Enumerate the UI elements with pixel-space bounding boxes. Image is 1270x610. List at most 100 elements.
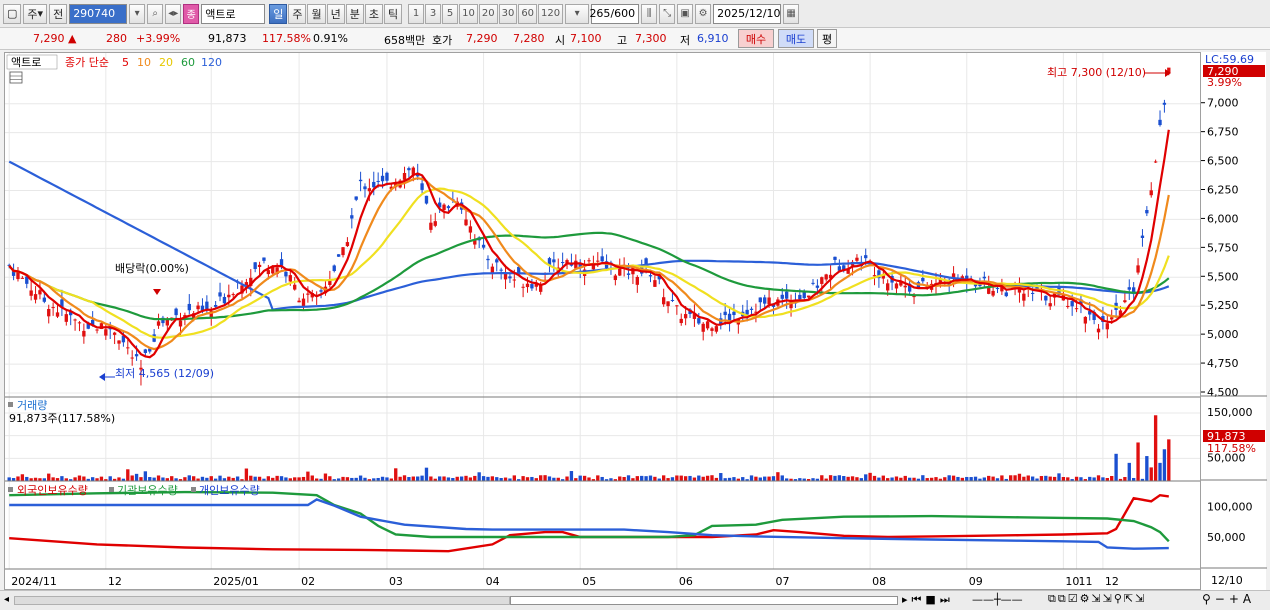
- volume-bar: [297, 477, 301, 481]
- candle-body: [749, 308, 754, 310]
- price-tick-4: 6,000: [1207, 212, 1239, 225]
- search-icon[interactable]: ⌕: [147, 3, 164, 24]
- interval-dropdown-icon[interactable]: ▾: [565, 3, 590, 24]
- candle-body: [51, 307, 55, 309]
- volume-bar: [328, 476, 332, 481]
- period-tab-3[interactable]: 년: [326, 3, 345, 24]
- x-axis-label-5: 04: [486, 575, 500, 588]
- price-tick-10: 4,500: [1207, 386, 1239, 399]
- save-icon[interactable]: ▣: [677, 3, 694, 24]
- candle-body: [903, 285, 907, 288]
- x-axis-right-label: 12/10: [1211, 574, 1243, 587]
- last-volume-pct: 117.58%: [1207, 442, 1256, 455]
- interval-button-4[interactable]: 20: [478, 3, 498, 24]
- volume-bar: [688, 475, 692, 481]
- period-tab-4[interactable]: 분: [345, 3, 364, 24]
- volume-bar: [1167, 439, 1171, 481]
- table-icon[interactable]: [9, 71, 23, 84]
- period-tab-6[interactable]: 틱: [383, 3, 403, 24]
- market-select[interactable]: 주 ▾: [23, 3, 48, 24]
- volume-bar: [99, 476, 104, 481]
- institution-holding-line: [9, 490, 1170, 543]
- interval-button-2[interactable]: 5: [442, 3, 459, 24]
- volume-bar: [152, 477, 156, 481]
- volume-bar: [741, 477, 745, 481]
- period-tab-5[interactable]: 초: [364, 3, 383, 24]
- interval-button-0[interactable]: 1: [408, 3, 425, 24]
- ask-price: 7,290: [466, 32, 498, 45]
- interval-button-6[interactable]: 60: [518, 3, 538, 24]
- volume-bar: [675, 475, 679, 481]
- chart-area[interactable]: 액트로 종가 단순 5 10 20 60 120 최고 7,300 (12/10…: [4, 52, 1266, 590]
- draw-tool-icon[interactable]: ⤡: [659, 3, 676, 24]
- candle-body: [679, 318, 683, 324]
- period-tab-1[interactable]: 주: [288, 3, 307, 24]
- tool-icons[interactable]: ⧉⧉☑⚙⇲⇲⚲⇱⇲: [1048, 592, 1146, 606]
- candle-body: [784, 291, 789, 299]
- candle-body: [1096, 328, 1101, 333]
- stock-name-field[interactable]: 액트로: [201, 3, 266, 24]
- candle-body: [468, 226, 473, 233]
- volume-bar: [692, 477, 697, 481]
- period-tab-2[interactable]: 월: [307, 3, 326, 24]
- date-input[interactable]: 2025/12/10: [713, 3, 782, 24]
- volume-bar: [7, 477, 11, 481]
- volume-bar: [148, 477, 152, 481]
- candle-body: [701, 323, 705, 332]
- chart-scrollbar[interactable]: ◂ ▸⏮■⏭ ——┼—— ⧉⧉☑⚙⇲⇲⚲⇱⇲ ⚲−+A: [0, 590, 1270, 610]
- volume-bar: [1017, 473, 1022, 481]
- volume-bar: [1153, 415, 1158, 481]
- prev-button[interactable]: 전: [49, 3, 68, 24]
- volume-bar: [1092, 477, 1096, 481]
- volume-bar: [732, 477, 736, 481]
- interval-button-3[interactable]: 10: [459, 3, 478, 24]
- change-arrow: ▲: [68, 32, 77, 45]
- volume-bar: [622, 476, 626, 481]
- candle-body: [345, 242, 350, 247]
- interval-button-5[interactable]: 30: [498, 3, 518, 24]
- data-count-input[interactable]: 265/600: [589, 3, 640, 24]
- candle-body: [1074, 308, 1079, 310]
- buy-button[interactable]: 매수: [738, 29, 774, 48]
- chart-canvas[interactable]: 액트로 종가 단순 5 10 20 60 120 최고 7,300 (12/10…: [5, 53, 1201, 589]
- volume-bar: [640, 475, 644, 481]
- candle-body: [1066, 305, 1070, 307]
- stock-code-input[interactable]: 290740: [69, 3, 128, 24]
- dividend-annotation: 배당락(0.00%): [115, 262, 189, 275]
- holding-tick-1: 50,000: [1207, 531, 1246, 544]
- code-dropdown-icon[interactable]: ▾: [129, 3, 146, 24]
- volume-bar: [1162, 449, 1167, 481]
- sell-button[interactable]: 매도: [778, 29, 814, 48]
- playback-controls-icon[interactable]: ▸⏮■⏭: [902, 593, 954, 607]
- volume-bar: [20, 474, 25, 481]
- price-axis[interactable]: LC:59.69 7,290 3.99% 7,000 6,750 6,500 6,25…: [1200, 52, 1267, 590]
- x-axis-label-0: 2024/11: [11, 575, 57, 588]
- avg-button[interactable]: 평: [817, 29, 837, 48]
- candle-body: [1149, 190, 1153, 196]
- chart-type-icon[interactable]: ⫼: [641, 3, 658, 24]
- gear-icon[interactable]: ⚙: [695, 3, 712, 24]
- zoom-slider-icon[interactable]: ——┼——: [972, 593, 1023, 606]
- scroll-thumb[interactable]: [510, 596, 898, 605]
- volume-bar: [402, 475, 407, 481]
- volume-bar: [864, 474, 868, 481]
- scroll-track[interactable]: [14, 596, 510, 605]
- scroll-left-icon[interactable]: ◂: [4, 594, 9, 605]
- period-tab-0[interactable]: 일: [269, 3, 288, 24]
- volume-bar: [161, 477, 165, 481]
- speaker-icon[interactable]: ◂▸: [165, 3, 182, 24]
- candle-body: [1022, 293, 1026, 301]
- candle-body: [222, 296, 227, 304]
- volume-bar: [1009, 475, 1013, 481]
- interval-button-1[interactable]: 3: [425, 3, 442, 24]
- price-tick-3: 6,250: [1207, 184, 1239, 197]
- volume-bar: [820, 475, 824, 481]
- candle-body: [358, 179, 363, 182]
- candle-body: [47, 309, 51, 317]
- calendar-icon[interactable]: ▦: [783, 3, 800, 24]
- candle-body: [187, 303, 191, 311]
- window-icon[interactable]: ▢: [3, 3, 22, 24]
- zoom-icons[interactable]: ⚲−+A: [1202, 592, 1255, 606]
- high-label: 고: [617, 34, 628, 47]
- interval-button-7[interactable]: 120: [538, 3, 564, 24]
